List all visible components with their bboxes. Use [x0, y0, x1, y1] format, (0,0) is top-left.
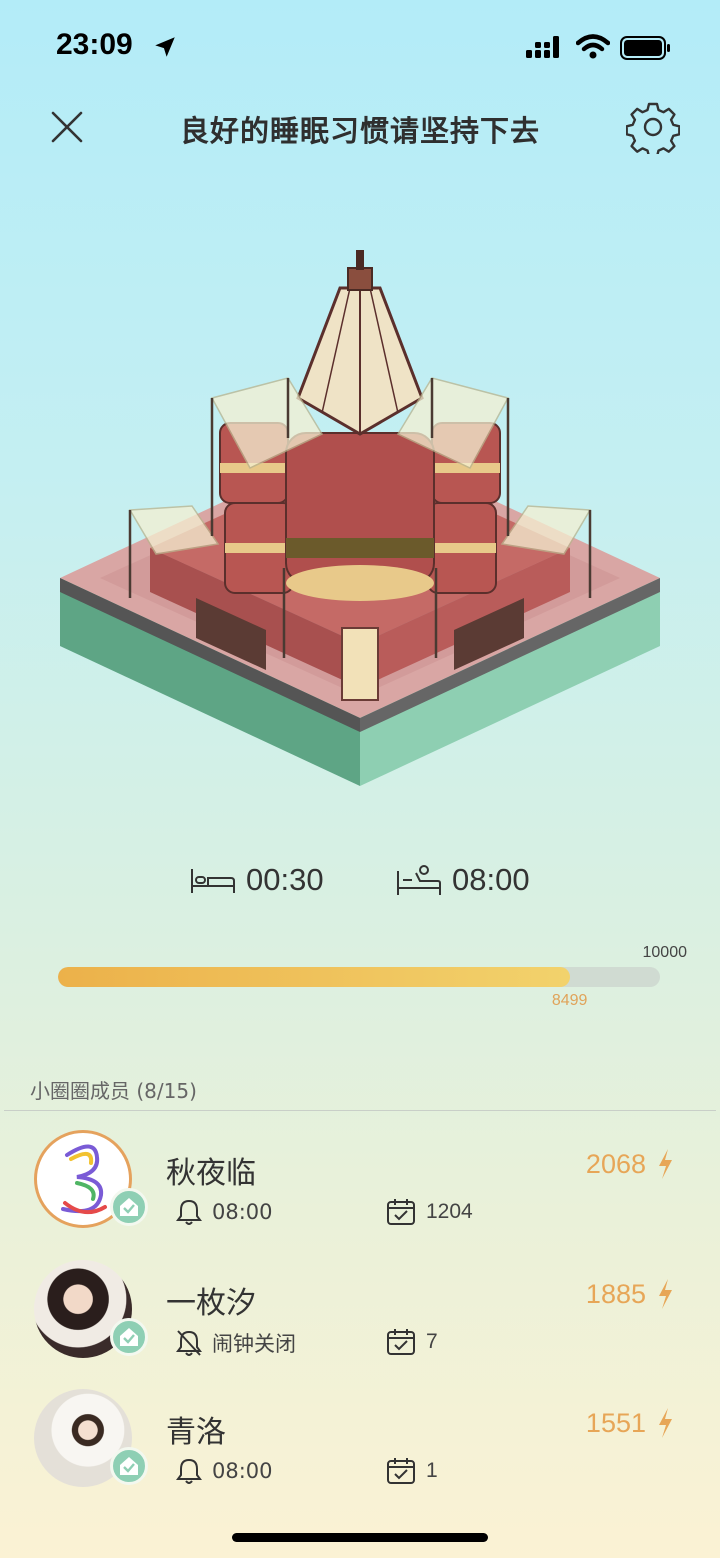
member-alarm-value: 08:00: [212, 1459, 273, 1483]
calendar-check-icon: [387, 1458, 415, 1484]
member-alarm: 闹钟关闭: [176, 1328, 296, 1358]
wake-time: 08:00: [396, 862, 530, 898]
member-row[interactable]: 青洛 1551 08:00 1: [0, 1385, 720, 1513]
member-alarm-value: 08:00: [212, 1200, 273, 1224]
home-badge: [110, 1188, 148, 1226]
home-badge: [110, 1318, 148, 1356]
member-score: 1551: [586, 1407, 674, 1439]
battery-icon: [620, 36, 670, 60]
home-badge: [110, 1447, 148, 1485]
sleep-times: 00:30 08:00: [0, 862, 720, 922]
member-score-value: 2068: [585, 1148, 646, 1179]
member-alarm: 08:00: [176, 1198, 273, 1226]
member-days-value: 7: [426, 1330, 438, 1353]
header: 良好的睡眠习惯请坚持下去: [0, 96, 720, 160]
member-days-value: 1: [426, 1459, 438, 1482]
cathedral-illustration: [60, 250, 660, 786]
home-check-icon: [120, 1328, 138, 1346]
page-title: 良好的睡眠习惯请坚持下去: [179, 114, 540, 148]
bell-icon: [176, 1199, 202, 1225]
lightning-icon: [659, 1149, 672, 1179]
bed-icon: [191, 869, 235, 893]
member-score-value: 1551: [585, 1407, 646, 1438]
bell-icon: [176, 1458, 202, 1484]
home-indicator[interactable]: [232, 1533, 488, 1542]
home-check-icon: [120, 1457, 138, 1475]
calendar-check-icon: [387, 1199, 415, 1225]
member-name: 秋夜临: [166, 1156, 256, 1191]
wake-time-value: 08:00: [452, 862, 530, 897]
cellular-signal-icon: [526, 36, 559, 58]
member-name: 一枚汐: [166, 1286, 256, 1321]
bedtime-value: 00:30: [246, 862, 324, 897]
member-checkin-days: 7: [386, 1328, 438, 1356]
energy-progress-fill: [58, 967, 570, 987]
member-checkin-days: 1: [386, 1457, 438, 1485]
member-score: 1885: [586, 1278, 674, 1310]
energy-progress-bar: [58, 967, 660, 987]
lightning-icon: [659, 1279, 672, 1309]
home-check-icon: [120, 1198, 138, 1216]
gear-icon: [625, 102, 681, 158]
members-title: 小圈圈成员 (8/15): [30, 1079, 197, 1103]
status-time: 23:09: [56, 28, 133, 61]
bedtime: 00:30: [190, 862, 324, 898]
lightning-icon: [659, 1408, 672, 1438]
progress-max: 10000: [642, 944, 688, 961]
progress-current: 8499: [551, 992, 588, 1009]
member-row[interactable]: 秋夜临 2068 08:00 1204: [0, 1126, 720, 1254]
member-days-value: 1204: [426, 1200, 473, 1223]
member-score-value: 1885: [585, 1278, 646, 1309]
divider: [4, 1110, 716, 1111]
member-row[interactable]: 一枚汐 1885 闹钟关闭 7: [0, 1256, 720, 1384]
wake-up-bed-icon: [397, 865, 441, 895]
member-alarm-value: 闹钟关闭: [212, 1332, 296, 1356]
location-arrow-icon: [155, 37, 175, 57]
wifi-icon: [576, 34, 610, 59]
settings-button[interactable]: [625, 100, 681, 158]
member-checkin-days: 1204: [386, 1198, 473, 1226]
status-bar: 23:09: [0, 0, 720, 96]
member-alarm: 08:00: [176, 1457, 273, 1485]
member-name: 青洛: [166, 1415, 226, 1450]
calendar-check-icon: [387, 1329, 415, 1355]
member-score: 2068: [586, 1148, 674, 1180]
bell-off-icon: [176, 1330, 202, 1356]
